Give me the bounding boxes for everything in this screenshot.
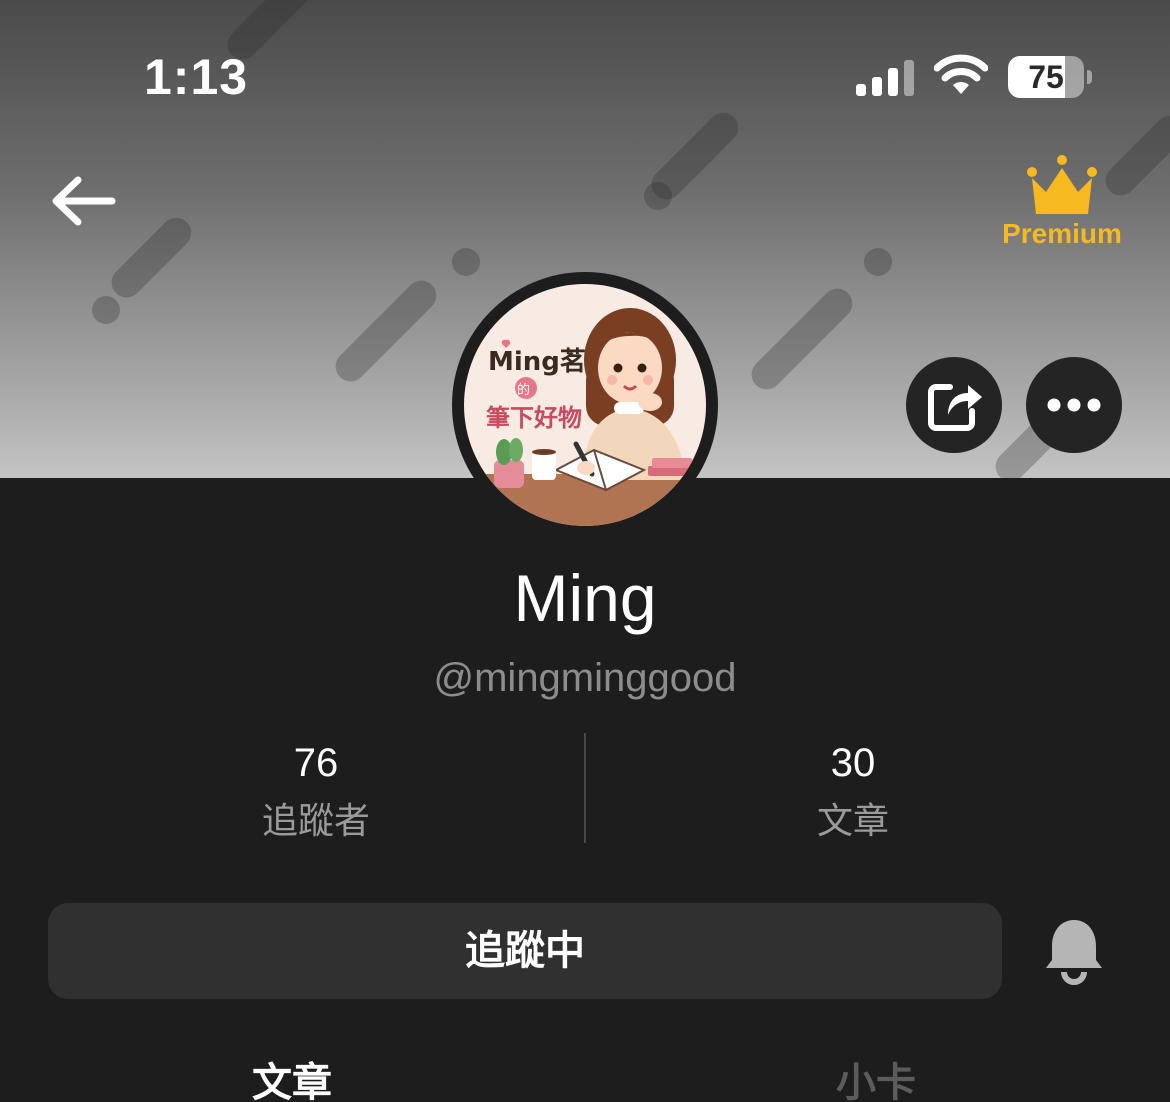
- avatar[interactable]: Ming茗 的 筆下好物: [452, 272, 718, 538]
- banner-decoration: [745, 282, 859, 396]
- more-icon: [1047, 398, 1101, 412]
- notification-bell-icon[interactable]: [1040, 916, 1108, 986]
- followers-stat[interactable]: 76 追蹤者: [166, 736, 466, 844]
- battery-level: 75: [1028, 59, 1064, 95]
- back-arrow-icon[interactable]: [48, 168, 120, 234]
- followers-count: 76: [293, 741, 339, 785]
- tab-articles[interactable]: 文章: [142, 1050, 442, 1102]
- avatar-title-line1: Ming茗: [488, 347, 586, 377]
- banner-decoration: [644, 182, 672, 210]
- banner-decoration: [864, 248, 892, 276]
- banner-decoration: [452, 248, 480, 276]
- premium-badge[interactable]: Premium: [996, 152, 1128, 256]
- profile-handle: @mingminggood: [433, 656, 737, 700]
- share-button[interactable]: [906, 357, 1002, 453]
- followers-label: 追蹤者: [261, 800, 370, 841]
- avatar-title-line2: 的: [517, 382, 530, 398]
- avatar-title-line3: 筆下好物: [486, 404, 582, 432]
- more-options-button[interactable]: [1026, 357, 1122, 453]
- wifi-icon: [934, 54, 988, 94]
- articles-stat[interactable]: 30 文章: [703, 736, 1003, 844]
- premium-label: Premium: [1002, 218, 1122, 249]
- avatar-illustration: Ming茗 的 筆下好物: [464, 284, 706, 526]
- share-icon: [928, 384, 982, 431]
- stats-divider: [584, 733, 586, 843]
- battery-indicator: 75: [1008, 56, 1092, 100]
- articles-count: 30: [830, 741, 876, 785]
- crown-icon: [1027, 155, 1097, 214]
- articles-label: 文章: [816, 800, 889, 841]
- status-time: 1:13: [144, 49, 249, 105]
- banner-decoration: [92, 296, 120, 324]
- following-button[interactable]: 追蹤中: [48, 903, 1002, 999]
- banner-decoration: [329, 274, 443, 388]
- tab-cards[interactable]: 小卡: [726, 1050, 1026, 1102]
- profile-name: Ming: [513, 561, 657, 635]
- cellular-signal-icon: [856, 60, 914, 96]
